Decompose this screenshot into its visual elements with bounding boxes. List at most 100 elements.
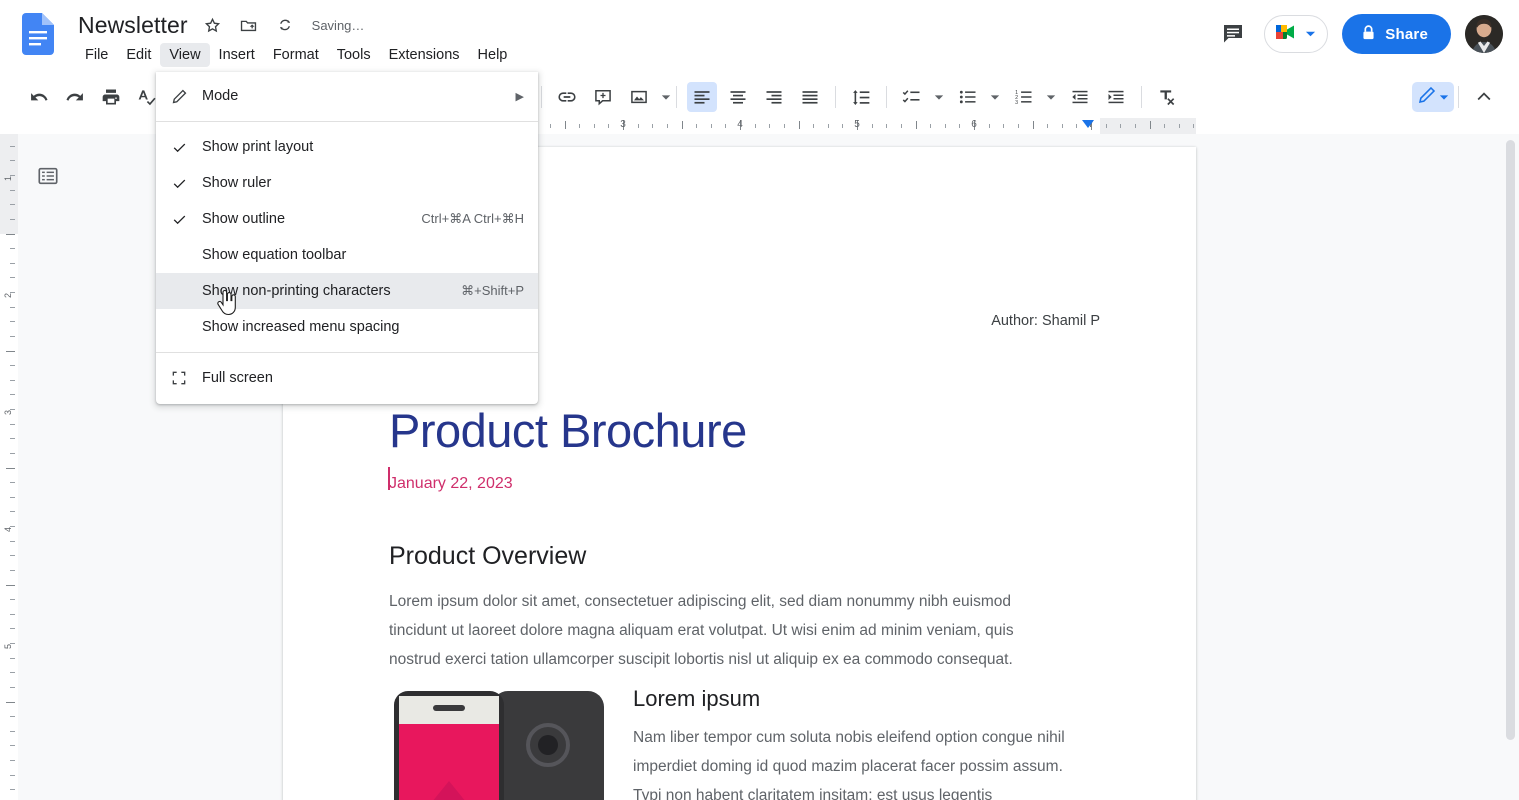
- ruler-tick: [10, 569, 15, 571]
- menu-item-mode[interactable]: Mode ▶: [156, 78, 538, 114]
- ruler-tick: [813, 124, 815, 128]
- check-icon: [156, 176, 202, 191]
- ruler-tick: [564, 121, 566, 129]
- chevron-down-icon[interactable]: [933, 94, 945, 101]
- sync-saving-icon[interactable]: [274, 14, 296, 36]
- ruler-tick: [652, 124, 654, 128]
- menu-item-show-outline[interactable]: Show outline Ctrl+⌘A Ctrl+⌘H: [156, 201, 538, 237]
- ruler-tick: [710, 124, 712, 128]
- menu-item-show-non-printing-characters[interactable]: Show non-printing characters ⌘+Shift+P: [156, 273, 538, 309]
- avatar[interactable]: [1465, 15, 1503, 53]
- ruler-tick: [10, 204, 15, 206]
- comment-icon[interactable]: [1216, 17, 1250, 51]
- menu-item-show-print-layout[interactable]: Show print layout: [156, 129, 538, 165]
- clear-formatting-icon[interactable]: [1152, 82, 1182, 112]
- ruler-tick: [1178, 124, 1180, 128]
- print-icon[interactable]: [96, 82, 126, 112]
- menu-help[interactable]: Help: [469, 43, 517, 67]
- menu-item-show-ruler[interactable]: Show ruler: [156, 165, 538, 201]
- menu-item-show-increased-menu-spacing[interactable]: Show increased menu spacing: [156, 309, 538, 345]
- numbered-list-icon[interactable]: 1 2 3: [1009, 82, 1039, 112]
- align-right-icon[interactable]: [759, 82, 789, 112]
- document-heading-3[interactable]: Lorem ipsum: [633, 686, 760, 712]
- menu-insert[interactable]: Insert: [210, 43, 264, 67]
- right-indent-marker[interactable]: [1082, 120, 1094, 128]
- document-heading-1[interactable]: Product Brochure: [389, 405, 747, 457]
- ruler-tick: [10, 628, 15, 630]
- increase-indent-icon[interactable]: [1101, 82, 1131, 112]
- ruler-tick: [6, 233, 15, 235]
- ruler-tick: [725, 124, 727, 128]
- chevron-down-icon[interactable]: [1045, 94, 1057, 101]
- ruler-tick: [10, 262, 15, 264]
- document-heading-2[interactable]: Product Overview: [389, 542, 586, 571]
- align-left-icon[interactable]: [687, 82, 717, 112]
- ruler-tick: [10, 789, 15, 791]
- vertical-scrollbar[interactable]: [1506, 140, 1515, 780]
- move-to-folder-icon[interactable]: [238, 14, 260, 36]
- pencil-mode-icon: [156, 88, 202, 105]
- toolbar-divider: [541, 86, 542, 108]
- document-paragraph-1[interactable]: Lorem ipsum dolor sit amet, consectetuer…: [389, 587, 1061, 674]
- ruler-tick: [827, 124, 829, 128]
- ruler-tick: [6, 350, 15, 352]
- menu-item-label: Mode: [202, 88, 239, 104]
- ruler-tick: [10, 686, 15, 688]
- checklist-icon[interactable]: [897, 82, 927, 112]
- google-docs-window: Newsletter Saving… File Edit View Insert…: [0, 0, 1519, 800]
- ruler-tick: [10, 394, 15, 396]
- ruler-tick: [10, 335, 15, 337]
- bulleted-list-icon[interactable]: [953, 82, 983, 112]
- ruler-tick: [10, 555, 15, 557]
- document-paragraph-2[interactable]: Nam liber tempor cum soluta nobis eleife…: [633, 723, 1073, 800]
- undo-icon[interactable]: [24, 82, 54, 112]
- author-line[interactable]: Author: Shamil P: [991, 313, 1100, 329]
- menu-tools[interactable]: Tools: [328, 43, 380, 67]
- ruler-tick: [783, 124, 785, 128]
- scrollbar-thumb[interactable]: [1506, 140, 1515, 740]
- menu-item-label: Show outline: [202, 211, 286, 227]
- view-dropdown-menu[interactable]: Mode ▶ Show print layout Show ruler Show…: [156, 72, 538, 404]
- vertical-ruler[interactable]: 1 2 3 4 5: [0, 134, 18, 800]
- ruler-tick: [1134, 124, 1136, 128]
- menu-extensions[interactable]: Extensions: [380, 43, 469, 67]
- ruler-tick: [593, 124, 595, 128]
- line-spacing-icon[interactable]: [846, 82, 876, 112]
- product-phones-image[interactable]: [388, 685, 610, 800]
- google-meet-icon: [1274, 21, 1300, 48]
- google-docs-logo-icon[interactable]: [22, 13, 54, 55]
- chevron-down-icon[interactable]: [660, 94, 672, 101]
- check-icon: [156, 212, 202, 227]
- star-icon[interactable]: [202, 14, 224, 36]
- chevron-down-icon[interactable]: [989, 94, 1001, 101]
- menu-edit[interactable]: Edit: [117, 43, 160, 67]
- menu-file[interactable]: File: [76, 43, 117, 67]
- google-meet-button[interactable]: [1264, 15, 1329, 53]
- ruler-number: 4: [737, 119, 743, 130]
- show-document-outline-button[interactable]: [34, 162, 62, 190]
- menu-view[interactable]: View: [160, 43, 210, 67]
- insert-image-icon[interactable]: [624, 82, 654, 112]
- redo-icon[interactable]: [60, 82, 90, 112]
- add-comment-icon[interactable]: [588, 82, 618, 112]
- document-title[interactable]: Newsletter: [78, 12, 188, 39]
- ruler-tick: [10, 189, 15, 191]
- editing-mode-button[interactable]: [1412, 82, 1454, 112]
- ruler-tick: [10, 438, 15, 440]
- ruler-tick: [1149, 121, 1151, 129]
- menu-item-shortcut: ⌘+Shift+P: [461, 283, 524, 298]
- insert-link-icon[interactable]: [552, 82, 582, 112]
- document-date[interactable]: January 22, 2023: [389, 475, 513, 493]
- menu-item-full-screen[interactable]: Full screen: [156, 360, 538, 396]
- ruler-tick: [10, 482, 15, 484]
- collapse-toolbar-icon[interactable]: [1469, 82, 1499, 112]
- ruler-number: 2: [3, 292, 13, 298]
- right-margin-zone: [1100, 118, 1196, 134]
- align-justify-icon[interactable]: [795, 82, 825, 112]
- share-button[interactable]: Share: [1342, 14, 1451, 54]
- menu-item-show-equation-toolbar[interactable]: Show equation toolbar: [156, 237, 538, 273]
- menu-format[interactable]: Format: [264, 43, 328, 67]
- decrease-indent-icon[interactable]: [1065, 82, 1095, 112]
- menu-item-shortcut: Ctrl+⌘A Ctrl+⌘H: [421, 211, 524, 226]
- align-center-icon[interactable]: [723, 82, 753, 112]
